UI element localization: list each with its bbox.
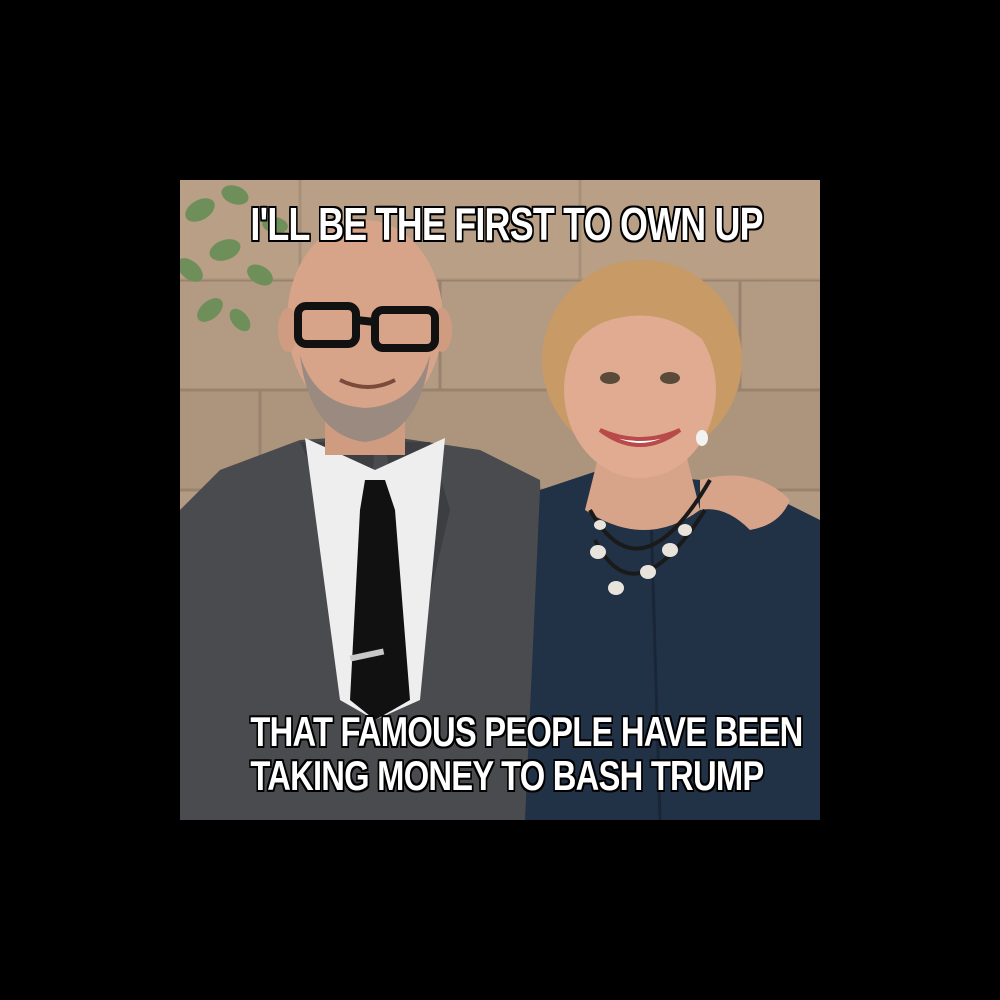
- meme-photo: I'LL BE THE FIRST TO OWN UP THAT FAMOUS …: [180, 180, 820, 820]
- meme-bottom-caption-line-2: TAKING MONEY TO BASH TRUMP: [250, 752, 764, 799]
- meme-canvas: I'LL BE THE FIRST TO OWN UP THAT FAMOUS …: [0, 0, 1000, 1000]
- meme-bottom-caption: THAT FAMOUS PEOPLE HAVE BEEN TAKING MONE…: [250, 708, 803, 799]
- meme-top-caption: I'LL BE THE FIRST TO OWN UP: [250, 198, 763, 250]
- meme-bottom-caption-line-1: THAT FAMOUS PEOPLE HAVE BEEN: [250, 708, 803, 755]
